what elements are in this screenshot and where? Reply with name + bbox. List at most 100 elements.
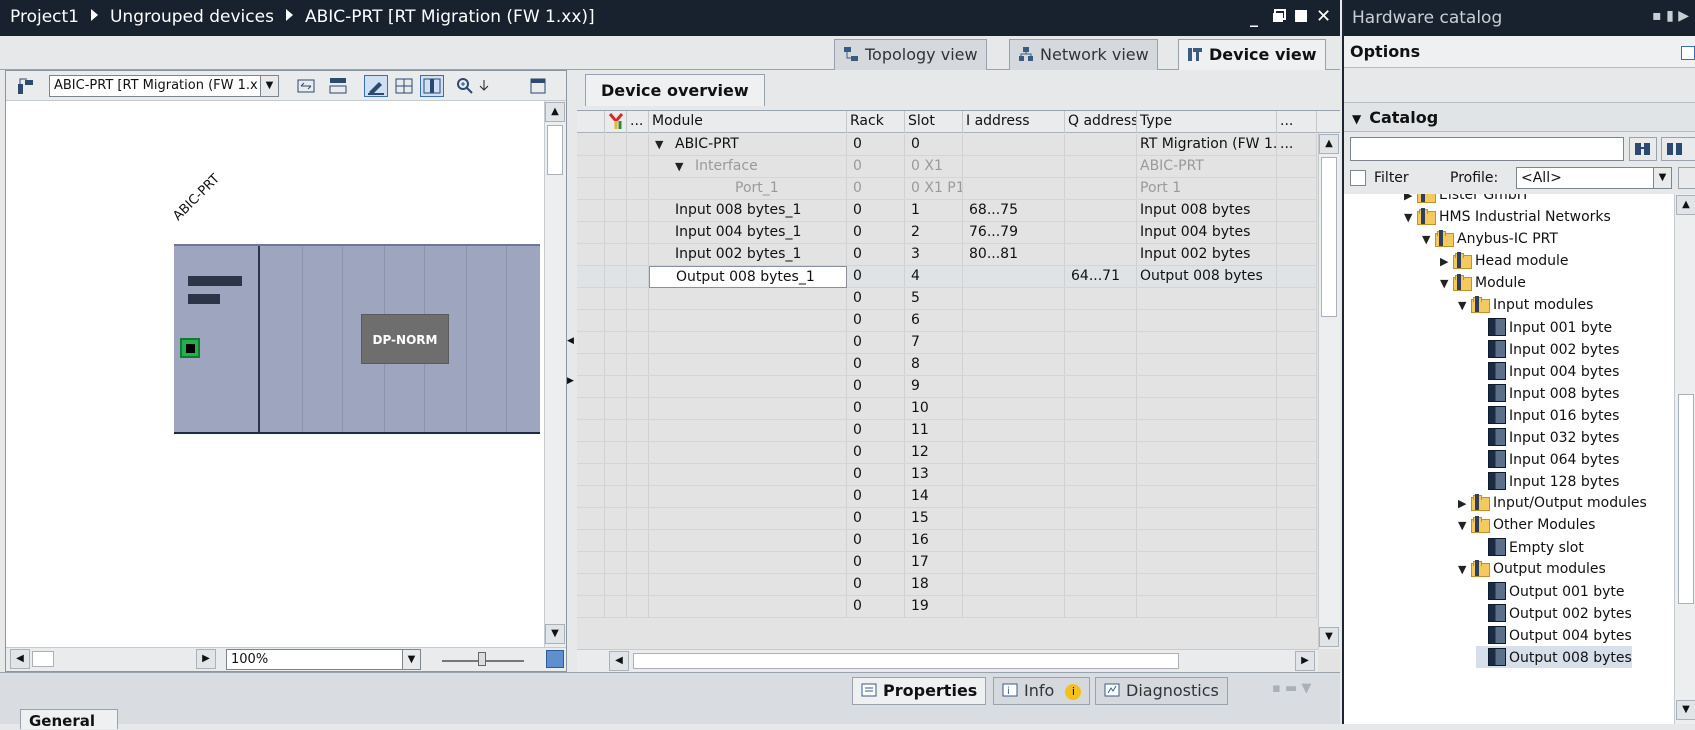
name-label-button[interactable] xyxy=(326,75,350,97)
rack-cell[interactable]: 0 xyxy=(847,200,905,222)
rack-cell[interactable]: 0 xyxy=(847,574,905,596)
catalog-tree-item[interactable]: Output 004 bytes xyxy=(1476,624,1632,646)
type-cell[interactable] xyxy=(1137,574,1277,596)
i-address-cell[interactable] xyxy=(963,442,1065,464)
module-cell[interactable]: Input 002 bytes_1 xyxy=(649,244,847,266)
i-address-cell[interactable] xyxy=(963,398,1065,420)
module-cell[interactable] xyxy=(649,420,847,442)
q-address-cell[interactable] xyxy=(1065,596,1137,618)
scroll-left-icon[interactable]: ◀ xyxy=(609,651,629,671)
scroll-left-icon[interactable]: ◀ xyxy=(10,649,30,669)
module-cell[interactable]: Output 008 bytes_1 xyxy=(649,266,847,288)
catalog-tree-item[interactable]: Output 002 bytes xyxy=(1476,602,1632,624)
type-cell[interactable]: Input 002 bytes xyxy=(1137,244,1277,266)
catalog-tree-item[interactable]: ▼ Input modules xyxy=(1458,294,1593,316)
type-cell[interactable] xyxy=(1137,310,1277,332)
extra-cell[interactable] xyxy=(1277,244,1317,266)
type-cell[interactable]: Port 1 xyxy=(1137,178,1277,200)
catalog-tree-item[interactable]: Output 008 bytes xyxy=(1476,646,1632,668)
catalog-tree-item[interactable]: Input 128 bytes xyxy=(1476,470,1619,492)
rack-cell[interactable]: 0 xyxy=(847,420,905,442)
extra-cell[interactable] xyxy=(1277,508,1317,530)
catalog-tree-item[interactable]: ▶ Elster GmbH xyxy=(1404,194,1527,206)
type-cell[interactable] xyxy=(1137,508,1277,530)
i-address-cell[interactable] xyxy=(963,134,1065,156)
q-address-cell[interactable] xyxy=(1065,332,1137,354)
tab-diagnostics[interactable]: Diagnostics xyxy=(1095,677,1228,705)
slot-cell[interactable]: 3 xyxy=(905,244,963,266)
tab-general[interactable]: General xyxy=(20,709,118,730)
close-button[interactable]: ✕ xyxy=(1316,6,1331,27)
tab-properties[interactable]: Properties xyxy=(852,677,987,705)
rack-cell[interactable]: 0 xyxy=(847,464,905,486)
module-cell[interactable]: Input 008 bytes_1 xyxy=(649,200,847,222)
slot-cell[interactable]: 0 X1 P1 xyxy=(905,178,963,200)
module-cell[interactable] xyxy=(649,574,847,596)
rack-cell[interactable]: 0 xyxy=(847,266,905,288)
extra-cell[interactable] xyxy=(1277,420,1317,442)
table-row[interactable]: ▼ Interface 0 0 X1 ABIC-PRT xyxy=(577,156,1317,178)
slot-cell[interactable]: 0 X1 xyxy=(905,156,963,178)
type-cell[interactable] xyxy=(1137,354,1277,376)
catalog-tree-item[interactable]: Input 016 bytes xyxy=(1476,404,1619,426)
collapse-icon[interactable]: ▼ xyxy=(1458,563,1470,576)
i-address-cell[interactable] xyxy=(963,354,1065,376)
i-address-cell[interactable] xyxy=(963,420,1065,442)
scroll-up-icon[interactable]: ▲ xyxy=(545,102,565,122)
scroll-down-icon[interactable]: ▼ xyxy=(1676,700,1695,720)
scroll-thumb[interactable] xyxy=(1321,157,1337,317)
module-cell[interactable] xyxy=(649,552,847,574)
table-row[interactable]: 06 xyxy=(577,310,1317,332)
expand-toggle-icon[interactable]: ▼ xyxy=(655,138,667,151)
catalog-vertical-scrollbar[interactable]: ▲ ▼ xyxy=(1674,194,1695,724)
extra-cell[interactable] xyxy=(1277,464,1317,486)
module-cell[interactable] xyxy=(649,376,847,398)
table-row[interactable]: Output 008 bytes_1 0 4 64...71 Output 008 by… xyxy=(577,266,1317,288)
table-row[interactable]: Input 008 bytes_1 0 1 68...75 Input 008 byte… xyxy=(577,200,1317,222)
scroll-down-icon[interactable]: ▼ xyxy=(1319,627,1339,647)
minimize-button[interactable]: _ xyxy=(1250,8,1258,27)
search-down-button[interactable] xyxy=(1629,137,1657,161)
slot-cell[interactable]: 10 xyxy=(905,398,963,420)
module-cell[interactable]: ▼ Interface xyxy=(649,156,847,178)
table-row[interactable]: 0 18 xyxy=(577,574,1317,596)
i-address-cell[interactable] xyxy=(963,596,1065,618)
table-row[interactable]: 09 xyxy=(577,376,1317,398)
catalog-tree-item[interactable]: ▼ Other Modules xyxy=(1458,514,1595,536)
profile-select[interactable]: <All> ▼ xyxy=(1516,167,1672,189)
breadcrumb-group[interactable]: Ungrouped devices xyxy=(110,7,274,27)
rack-cell[interactable]: 0 xyxy=(847,244,905,266)
slot-cell[interactable]: 2 xyxy=(905,222,963,244)
tab-topology-view[interactable]: Topology view xyxy=(834,39,987,70)
extra-cell[interactable] xyxy=(1277,310,1317,332)
zoom-dropdown-button[interactable] xyxy=(476,75,492,97)
q-address-cell[interactable] xyxy=(1065,464,1137,486)
chevron-down-icon[interactable]: ▼ xyxy=(1653,168,1671,188)
i-address-cell[interactable] xyxy=(963,552,1065,574)
rack-cell[interactable]: 0 xyxy=(847,156,905,178)
zoom-slider-handle[interactable] xyxy=(478,652,486,666)
module-cell[interactable] xyxy=(649,486,847,508)
type-cell[interactable]: RT Migration (FW 1.... xyxy=(1137,134,1277,156)
catalog-tree-item[interactable]: Input 001 byte xyxy=(1476,316,1612,338)
q-address-cell[interactable] xyxy=(1065,354,1137,376)
i-address-cell[interactable]: 80...81 xyxy=(963,244,1065,266)
slot-cell[interactable]: 0 xyxy=(905,134,963,156)
rack-cell[interactable]: 0 xyxy=(847,288,905,310)
i-address-cell[interactable] xyxy=(963,574,1065,596)
module-cell[interactable] xyxy=(649,464,847,486)
device-tree-button[interactable] xyxy=(14,75,38,97)
collapse-icon[interactable]: ▼ xyxy=(1458,299,1470,312)
catalog-tree-item[interactable]: ▼ Anybus-IC PRT xyxy=(1422,228,1558,250)
q-address-cell[interactable] xyxy=(1065,442,1137,464)
extra-cell[interactable] xyxy=(1277,288,1317,310)
module-cell[interactable]: Port_1 xyxy=(649,178,847,200)
scroll-thumb[interactable] xyxy=(633,653,1179,669)
i-address-cell[interactable] xyxy=(963,310,1065,332)
extra-cell[interactable] xyxy=(1277,200,1317,222)
page-layout-button[interactable] xyxy=(526,75,550,97)
type-cell[interactable]: Output 008 bytes xyxy=(1137,266,1277,288)
header-type[interactable]: Type xyxy=(1137,111,1277,133)
extra-cell[interactable] xyxy=(1277,332,1317,354)
rack-cell[interactable]: 0 xyxy=(847,178,905,200)
